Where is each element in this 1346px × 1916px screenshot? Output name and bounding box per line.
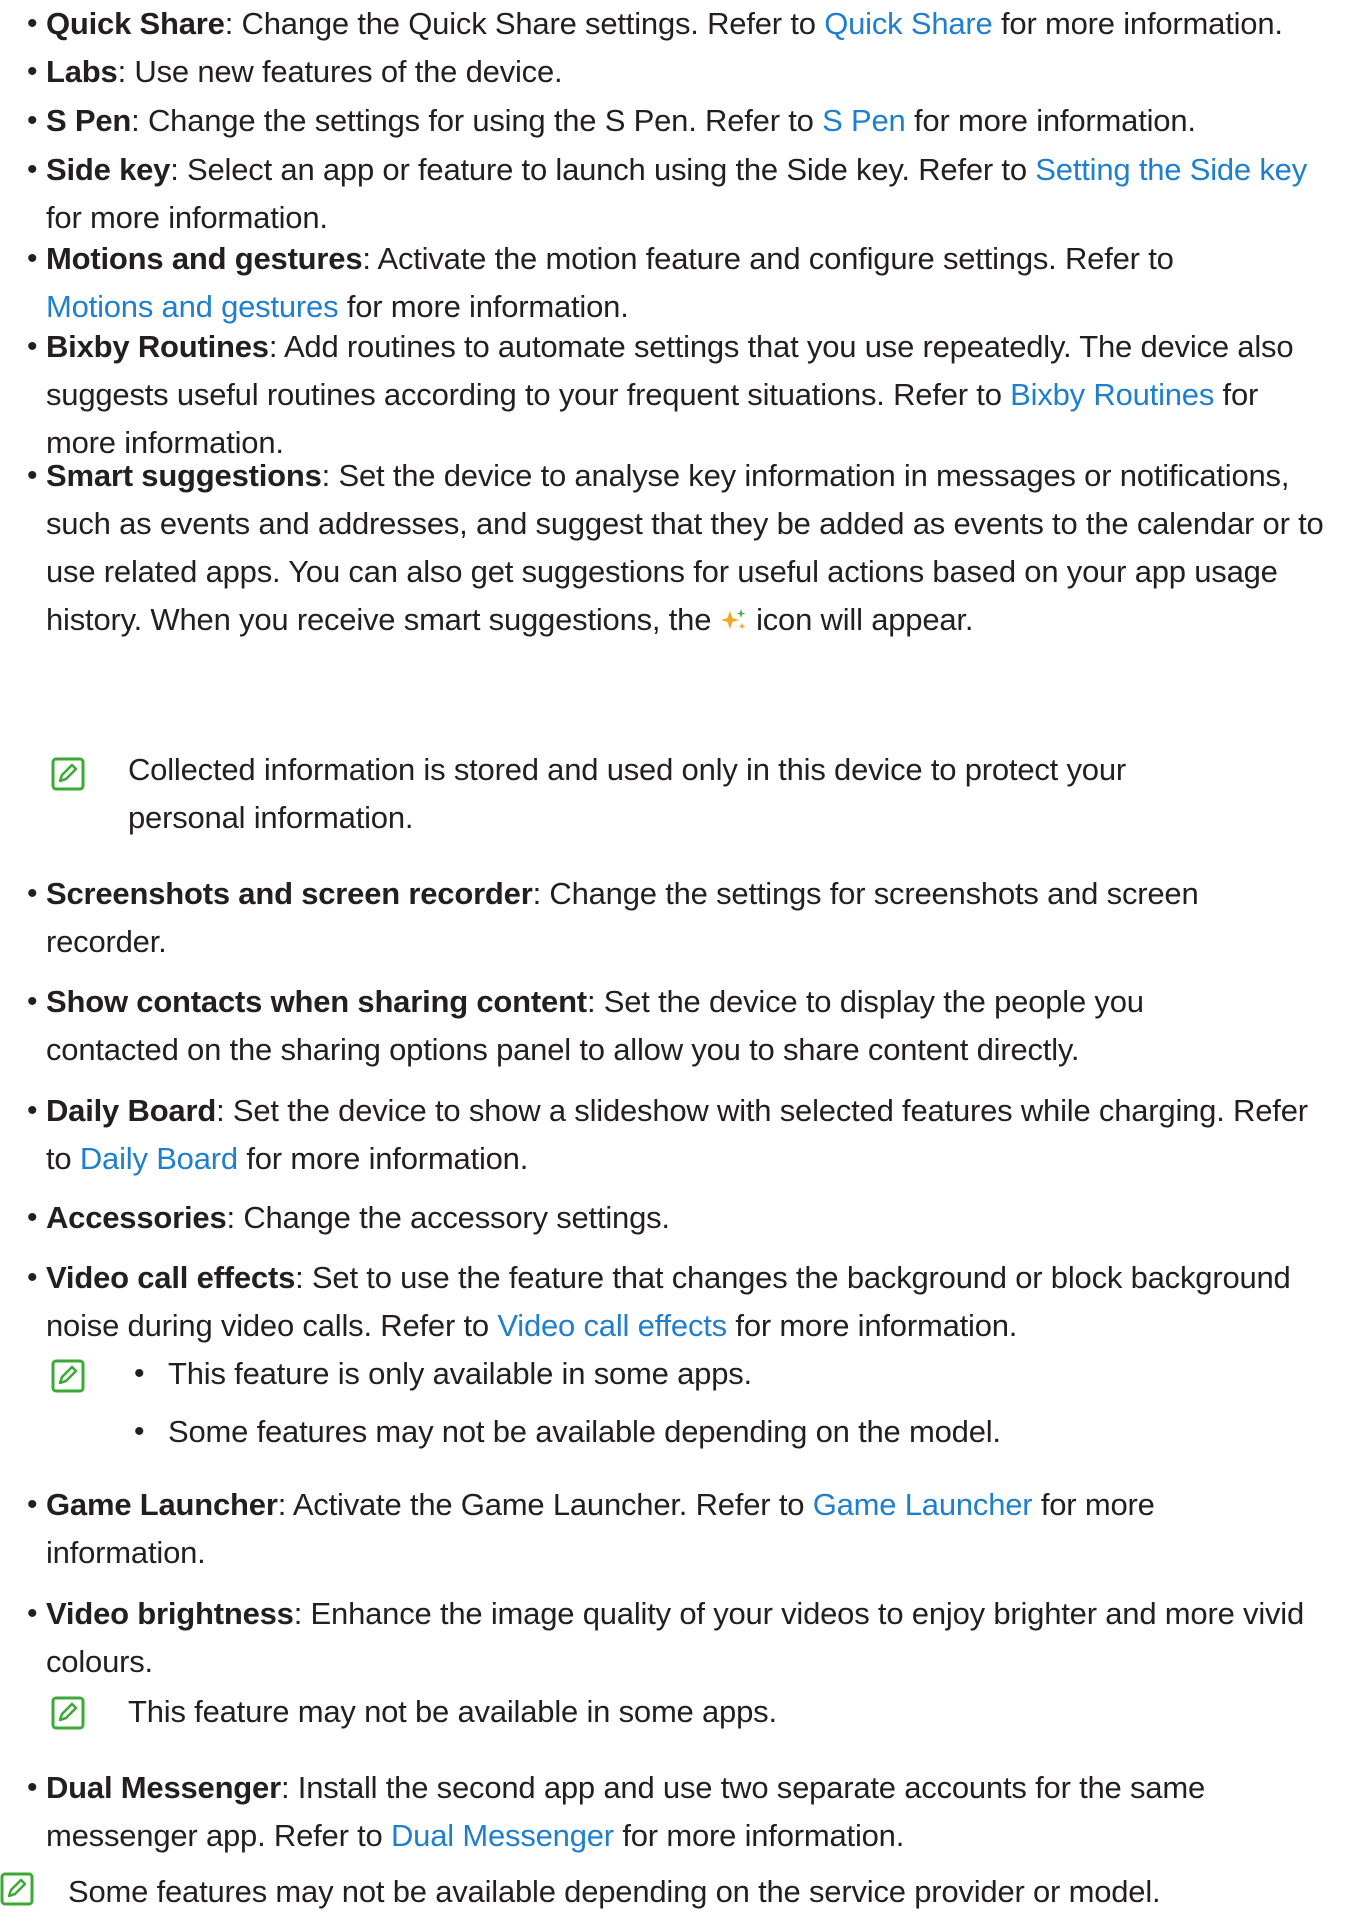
note-icon [51,1359,85,1393]
bullet: • [27,1201,38,1234]
item-after: for more information. [905,103,1196,138]
item-title: S Pen [46,103,132,138]
link-video-call-effects[interactable]: Video call effects [497,1308,727,1343]
item-title: Labs [46,54,118,89]
item-after: for more information. [46,200,328,235]
link-dual-messenger[interactable]: Dual Messenger [391,1818,614,1853]
bullet: • [27,55,38,88]
link-game-launcher[interactable]: Game Launcher [813,1487,1033,1522]
link-setting-side-key[interactable]: Setting the Side key [1035,152,1307,187]
footer-note-text: Some features may not be available depen… [68,1874,1161,1909]
item-desc: : Change the Quick Share settings. Refer… [224,6,825,41]
item-after: for more information. [727,1308,1018,1343]
item-text: Show contacts when sharing content: Set … [46,978,1246,1074]
item-desc: : Activate the motion feature and config… [362,241,1174,276]
note-text: Some features may not be available depen… [168,1414,1001,1449]
item-desc: : Activate the Game Launcher. Refer to [277,1487,813,1522]
page: • Quick Share: Change the Quick Share se… [0,0,1346,1912]
item-after: icon will appear. [747,602,974,637]
item-text: Game Launcher: Activate the Game Launche… [46,1481,1246,1577]
item-title: Motions and gestures [46,241,363,276]
item-text: Quick Share: Change the Quick Share sett… [46,0,1346,48]
item-title: Bixby Routines [46,329,269,364]
item-text: Screenshots and screen recorder: Change … [46,870,1286,966]
item-title: Screenshots and screen recorder [46,876,533,911]
bullet: • [27,242,38,275]
item-after: for more information. [338,289,629,324]
note-text: This feature is only available in some a… [168,1356,752,1391]
link-bixby-routines[interactable]: Bixby Routines [1010,377,1214,412]
sub-bullet: • [134,1357,145,1390]
item-title: Video brightness [46,1596,294,1631]
item-after: for more information. [992,6,1283,41]
item-title: Side key [46,152,171,187]
item-desc: : Change the accessory settings. [226,1200,671,1235]
item-text: Video brightness: Enhance the image qual… [46,1590,1341,1686]
item-title: Quick Share [46,6,225,41]
note-icon [51,1696,85,1730]
item-title: Accessories [46,1200,227,1235]
bullet: • [27,330,38,363]
bullet: • [27,7,38,40]
item-desc: : Change the settings for using the S Pe… [131,103,823,138]
link-quick-share[interactable]: Quick Share [824,6,993,41]
link-motions-gestures[interactable]: Motions and gestures [46,289,339,324]
item-text: Side key: Select an app or feature to la… [46,146,1326,242]
sparkle-icon [720,609,746,630]
note-icon [51,757,85,791]
note-icon [0,1872,34,1906]
item-text: S Pen: Change the settings for using the… [46,97,1336,145]
item-after: for more information. [613,1818,905,1853]
bullet: • [27,1488,38,1521]
bullet: • [27,985,38,1018]
bullet: • [27,104,38,137]
sub-bullet: • [134,1415,145,1448]
item-title: Show contacts when sharing content [46,984,587,1019]
item-title: Smart suggestions [46,458,322,493]
item-text: Daily Board: Set the device to show a sl… [46,1087,1336,1183]
item-title: Dual Messenger [46,1770,281,1805]
item-text: Video call effects: Set to use the featu… [46,1254,1296,1350]
note-text: Collected information is stored and used… [128,752,1127,835]
item-title: Video call effects [46,1260,296,1295]
item-text: Motions and gestures: Activate the motio… [46,235,1286,331]
bullet: • [27,1094,38,1127]
item-desc: : Select an app or feature to launch usi… [170,152,1036,187]
bullet: • [27,459,38,492]
item-text: Bixby Routines: Add routines to automate… [46,323,1331,467]
link-daily-board[interactable]: Daily Board [80,1141,238,1176]
item-desc: : Use new features of the device. [117,54,563,89]
link-s-pen[interactable]: S Pen [822,103,906,138]
item-after: for more information. [237,1141,529,1176]
item-title: Daily Board [46,1093,217,1128]
bullet: • [27,1597,38,1630]
note-text: This feature may not be available in som… [128,1694,777,1729]
item-text: Accessories: Change the accessory settin… [46,1194,1336,1242]
item-text: Smart suggestions: Set the device to ana… [46,452,1341,644]
item-text: Labs: Use new features of the device. [46,48,1336,96]
bullet: • [27,1771,38,1804]
item-title: Game Launcher [46,1487,278,1522]
bullet: • [27,153,38,186]
bullet: • [27,877,38,910]
bullet: • [27,1261,38,1294]
item-text: Dual Messenger: Install the second app a… [46,1764,1296,1860]
